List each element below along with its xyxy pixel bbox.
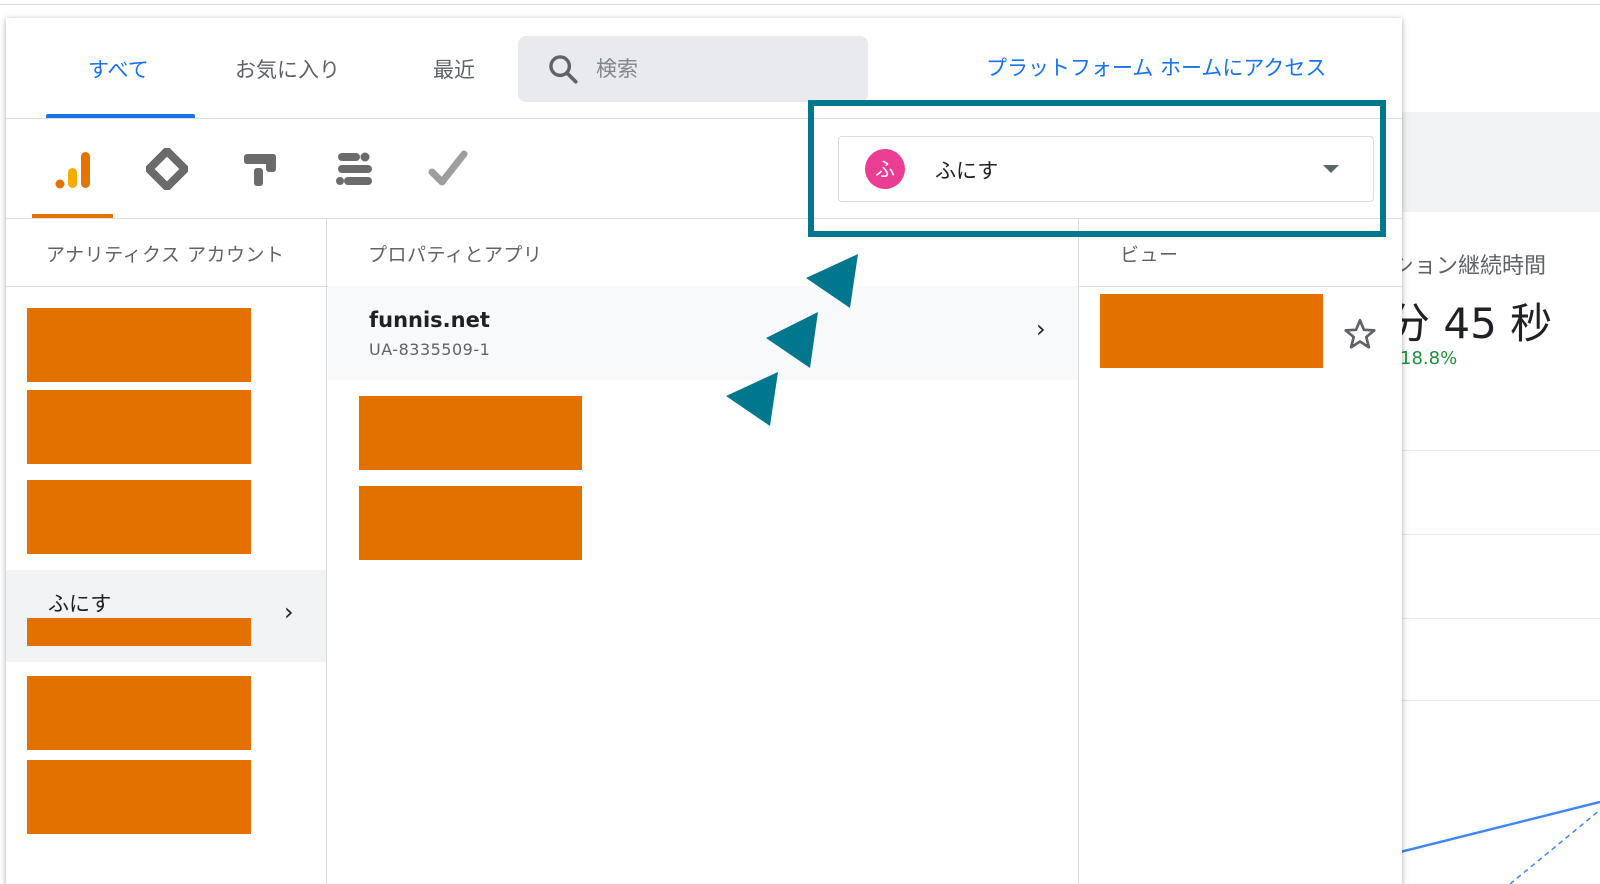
background-metric-change: 18.8%: [1400, 348, 1458, 369]
analytics-icon[interactable]: [52, 148, 94, 190]
search-box[interactable]: [518, 36, 868, 102]
background-gridline: [1400, 450, 1600, 451]
redacted-property-item[interactable]: [359, 396, 582, 470]
background-line-chart: [1400, 800, 1600, 884]
redacted-property-item[interactable]: [359, 486, 582, 560]
annotation-arrow: [766, 312, 818, 368]
surveys-icon[interactable]: [428, 148, 470, 190]
properties-column-header: プロパティとアプリ: [368, 244, 543, 266]
chart-line: [1400, 800, 1600, 854]
tag-manager-icon[interactable]: [146, 148, 188, 190]
annotation-highlight-box: [808, 100, 1386, 237]
search-icon: [549, 55, 578, 84]
background-gridline: [1400, 618, 1600, 619]
background-gridline: [1400, 534, 1600, 535]
tab-favorites[interactable]: お気に入り: [235, 54, 340, 84]
column-divider: [1078, 218, 1079, 884]
chevron-right-icon: ›: [1036, 315, 1046, 343]
redacted-account-item[interactable]: [27, 760, 251, 834]
redacted-account-item[interactable]: [27, 390, 251, 464]
star-icon[interactable]: [1342, 316, 1378, 352]
redacted-account-item[interactable]: [27, 480, 251, 554]
background-metric-value: 分 45 秒: [1388, 299, 1553, 348]
property-id: UA-8335509-1: [369, 340, 491, 359]
search-input[interactable]: [596, 50, 846, 88]
annotation-arrow: [726, 372, 778, 426]
data-studio-icon[interactable]: [334, 148, 376, 190]
chevron-right-icon: ›: [284, 598, 294, 626]
column-divider: [326, 218, 327, 884]
accounts-column-header: アナリティクス アカウント: [46, 244, 285, 266]
selected-account-label: ふにす: [48, 592, 112, 616]
background-gridline: [1400, 700, 1600, 701]
redacted-account-id: [27, 618, 251, 646]
annotation-arrow: [806, 254, 858, 308]
page-top-divider: [0, 4, 1600, 5]
selected-property-row[interactable]: [328, 286, 1078, 380]
annotation-pointer-arrows: [726, 254, 858, 426]
redacted-account-item[interactable]: [27, 308, 251, 382]
background-header-band: [1400, 112, 1600, 212]
tab-recent[interactable]: 最近: [433, 54, 475, 84]
views-column-header: ビュー: [1120, 244, 1179, 266]
tab-all[interactable]: すべて: [88, 54, 149, 84]
platform-home-link[interactable]: プラットフォーム ホームにアクセス: [986, 52, 1326, 82]
optimize-icon[interactable]: [240, 148, 282, 190]
property-name: funnis.net: [369, 308, 490, 332]
background-metric-label: ション継続時間: [1392, 254, 1547, 279]
redacted-account-item[interactable]: [27, 676, 251, 750]
redacted-view-item[interactable]: [1100, 294, 1323, 368]
